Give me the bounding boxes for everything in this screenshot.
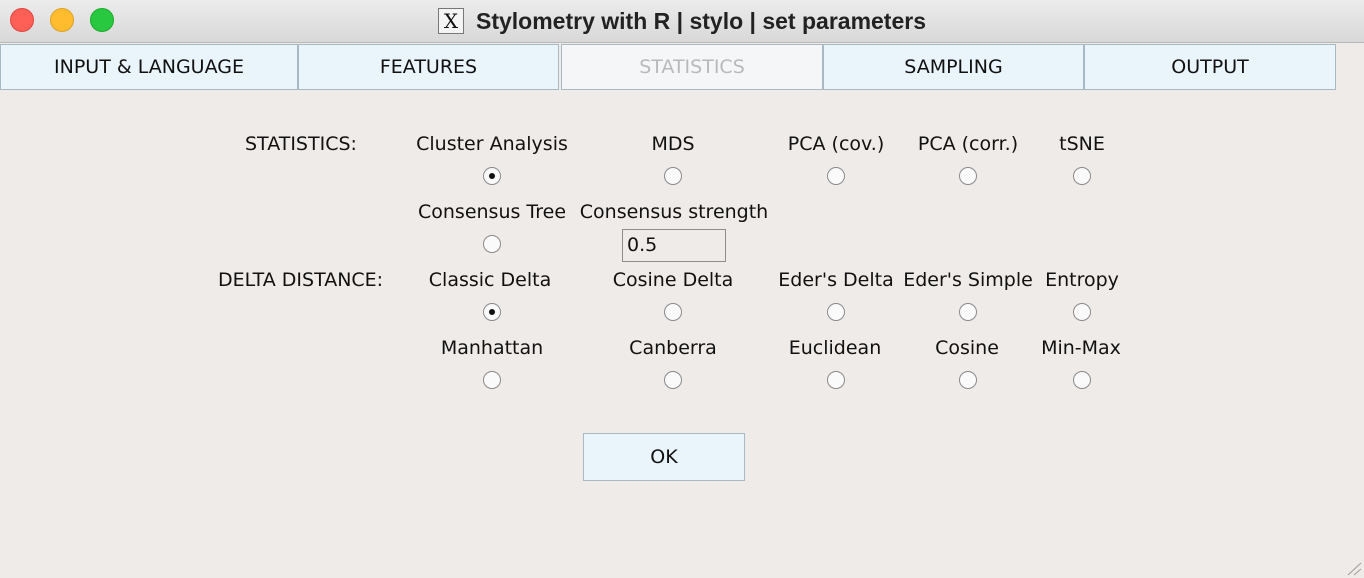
mds-radio[interactable] xyxy=(664,167,682,185)
statistics-section-label: STATISTICS: xyxy=(245,133,357,155)
cluster-analysis-label: Cluster Analysis xyxy=(416,133,568,155)
cosine-label: Cosine xyxy=(935,337,999,359)
consensus-strength-label: Consensus strength xyxy=(579,201,769,223)
canberra-radio[interactable] xyxy=(664,371,682,389)
tab-output[interactable]: OUTPUT xyxy=(1084,44,1336,90)
min-max-radio[interactable] xyxy=(1073,371,1091,389)
mds-label: MDS xyxy=(651,133,695,155)
classic-delta-radio[interactable] xyxy=(483,303,501,321)
tab-features[interactable]: FEATURES xyxy=(298,44,559,90)
consensus-tree-radio[interactable] xyxy=(483,235,501,253)
pca-cov-label: PCA (cov.) xyxy=(787,133,885,155)
window-title-group: X Stylometry with R | stylo | set parame… xyxy=(0,0,1364,42)
eders-delta-radio[interactable] xyxy=(827,303,845,321)
consensus-strength-input[interactable]: 0.5 xyxy=(622,229,726,262)
cosine-radio[interactable] xyxy=(959,371,977,389)
tab-statistics[interactable]: STATISTICS xyxy=(561,44,823,90)
pca-corr-radio[interactable] xyxy=(959,167,977,185)
delta-distance-section-label: DELTA DISTANCE: xyxy=(218,269,384,291)
eders-delta-label: Eder's Delta xyxy=(778,269,894,291)
cosine-delta-label: Cosine Delta xyxy=(612,269,734,291)
consensus-tree-label: Consensus Tree xyxy=(417,201,567,223)
title-bar: X Stylometry with R | stylo | set parame… xyxy=(0,0,1364,43)
pca-corr-label: PCA (corr.) xyxy=(917,133,1019,155)
cluster-analysis-radio[interactable] xyxy=(483,167,501,185)
x11-app-icon: X xyxy=(437,8,464,34)
eders-simple-radio[interactable] xyxy=(959,303,977,321)
cosine-delta-radio[interactable] xyxy=(664,303,682,321)
eders-simple-label: Eder's Simple xyxy=(903,269,1033,291)
euclidean-radio[interactable] xyxy=(827,371,845,389)
entropy-radio[interactable] xyxy=(1073,303,1091,321)
pca-cov-radio[interactable] xyxy=(827,167,845,185)
euclidean-label: Euclidean xyxy=(788,337,882,359)
window-title: Stylometry with R | stylo | set paramete… xyxy=(475,7,927,34)
classic-delta-label: Classic Delta xyxy=(428,269,552,291)
tsne-radio[interactable] xyxy=(1073,167,1091,185)
manhattan-label: Manhattan xyxy=(440,337,544,359)
tab-input-language[interactable]: INPUT & LANGUAGE xyxy=(0,44,298,90)
resize-grip-icon[interactable] xyxy=(1342,562,1362,576)
entropy-label: Entropy xyxy=(1045,269,1119,291)
canberra-label: Canberra xyxy=(629,337,717,359)
min-max-label: Min-Max xyxy=(1041,337,1121,359)
tab-sampling[interactable]: SAMPLING xyxy=(823,44,1084,90)
tsne-label: tSNE xyxy=(1059,133,1105,155)
manhattan-radio[interactable] xyxy=(483,371,501,389)
ok-button[interactable]: OK xyxy=(583,433,745,481)
